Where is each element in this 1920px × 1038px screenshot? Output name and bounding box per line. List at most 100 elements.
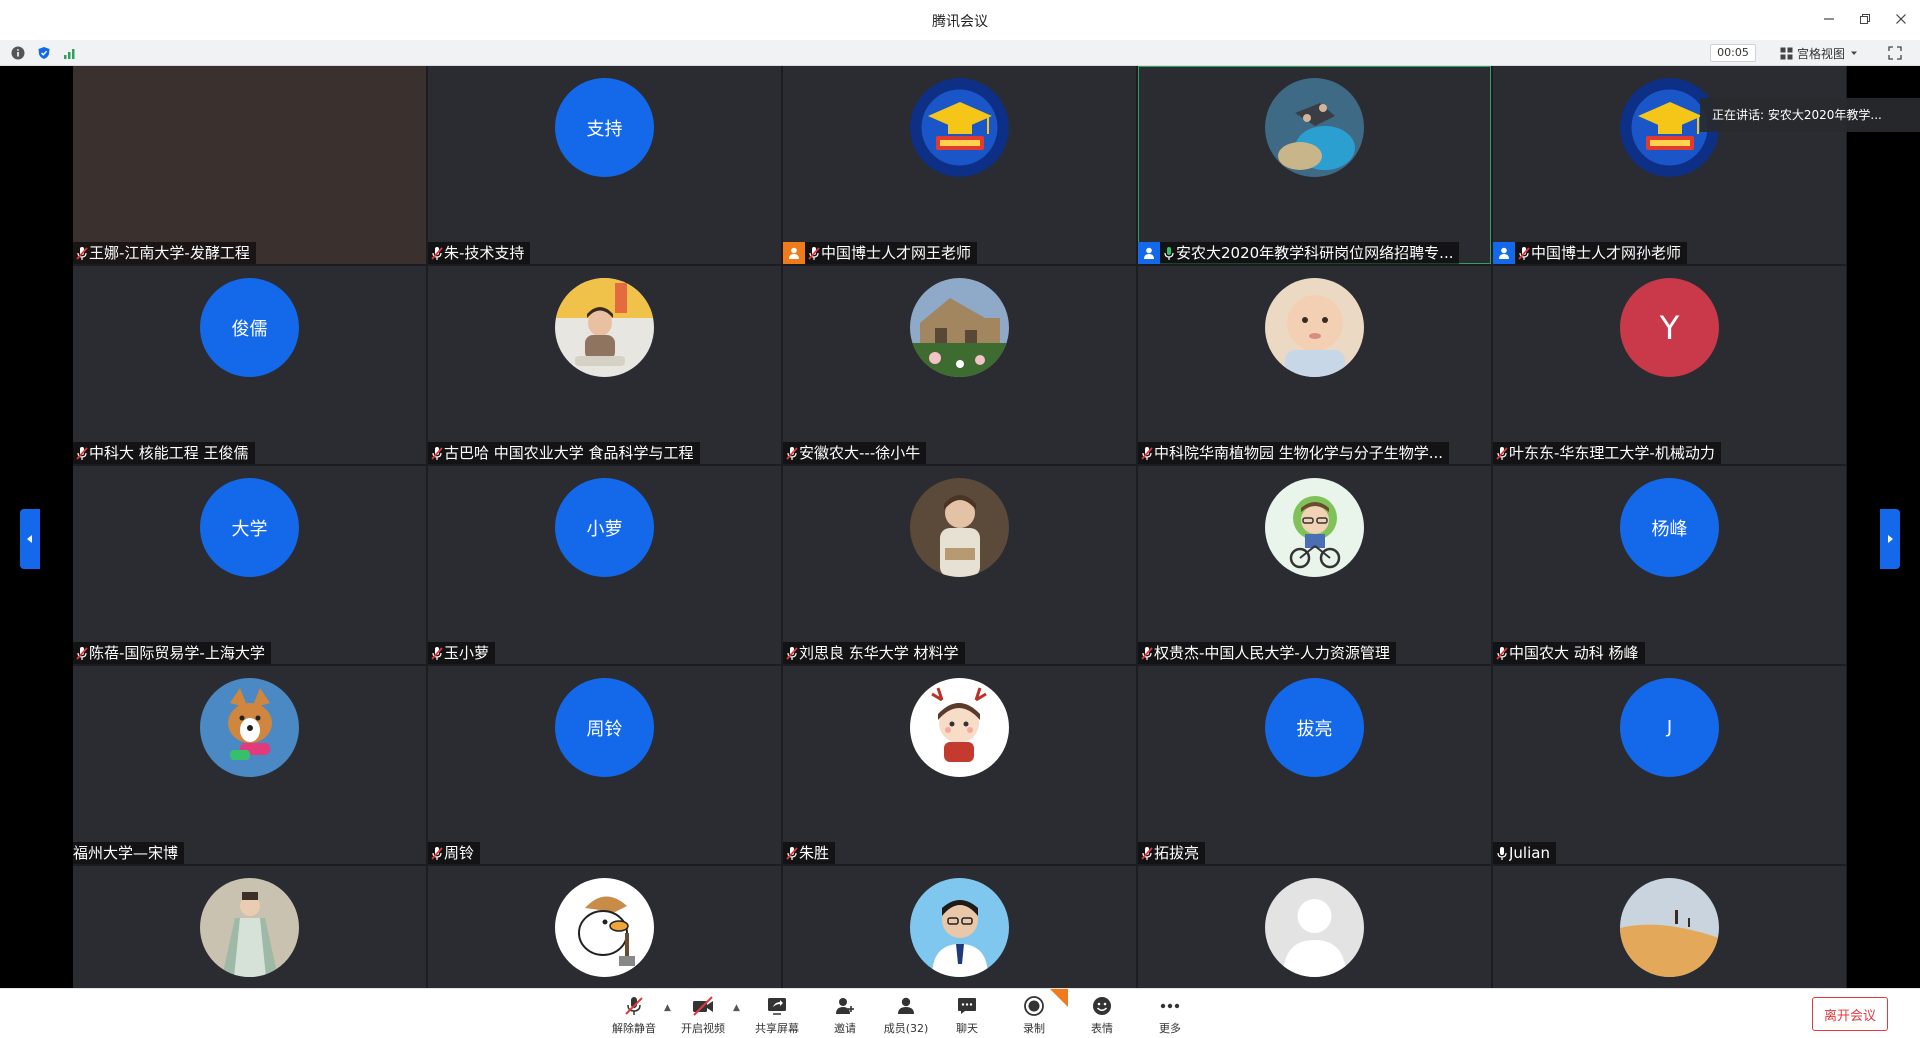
participant-grid: 王娜-江南大学-发酵工程 支持 朱-技术支持 中国博士人才网王老师 安农大2020年教学… — [73, 66, 1847, 988]
participant-tile[interactable]: 安徽农大---徐小牛 — [783, 266, 1136, 464]
start-video-button[interactable]: 开启视频 — [673, 993, 733, 1036]
child-photo-avatar — [555, 278, 654, 377]
window-title: 腾讯会议 — [932, 14, 988, 30]
signal-icon[interactable] — [62, 45, 78, 61]
participant-avatar: 俊儒 — [200, 278, 299, 377]
share-screen-button[interactable]: 共享屏幕 — [747, 993, 807, 1036]
participant-nameplate: 中科大 核能工程 王俊儒 — [73, 442, 255, 464]
mic-muted-icon — [430, 445, 444, 461]
participant-avatar: 大学 — [200, 478, 299, 577]
desert-photo-avatar — [1620, 878, 1719, 977]
participant-tile[interactable]: 朱胜 — [783, 666, 1136, 864]
participant-tile[interactable] — [428, 866, 781, 988]
participant-tile[interactable]: J Julian — [1493, 666, 1846, 864]
mic-muted-icon — [430, 645, 444, 661]
view-layout-select[interactable]: 宫格视图 — [1780, 44, 1859, 62]
participant-tile[interactable] — [73, 866, 426, 988]
participant-tile[interactable]: 福州大学—宋博 — [73, 666, 426, 864]
next-page-button[interactable] — [1880, 509, 1900, 569]
participant-name: 叶东东-华东理工大学-机械动力 — [1509, 444, 1715, 462]
meeting-control-bar: 解除静音 ▲ 开启视频 ▲ 共享屏幕 邀请 成员(32) 聊天 录制 表情 更多… — [0, 988, 1920, 1038]
participant-tile[interactable]: 刘思良 东华大学 材料学 — [783, 466, 1136, 664]
participant-nameplate: 朱胜 — [783, 842, 836, 864]
unmute-button[interactable]: 解除静音 — [604, 993, 664, 1036]
more-button[interactable]: 更多 — [1140, 993, 1200, 1036]
arrow-right-icon — [1888, 535, 1893, 543]
participant-tile[interactable]: 俊儒中科大 核能工程 王俊儒 — [73, 266, 426, 464]
restore-icon[interactable] — [1856, 8, 1874, 30]
participant-tile[interactable]: 中国博士人才网王老师 — [783, 66, 1136, 264]
mic-muted-icon — [75, 645, 89, 661]
participant-nameplate: 中国博士人才网王老师 — [783, 242, 978, 264]
participant-tile[interactable] — [783, 866, 1136, 988]
shield-icon[interactable] — [36, 45, 52, 61]
title-bar: 腾讯会议 — [0, 0, 1920, 40]
participant-tile[interactable]: 王娜-江南大学-发酵工程 — [73, 66, 426, 264]
mic-muted-icon — [430, 245, 444, 261]
share-screen-icon — [764, 993, 790, 1019]
participant-nameplate: Julian — [1493, 842, 1556, 864]
participant-tile[interactable]: 权贵杰-中国人民大学-人力资源管理 — [1138, 466, 1491, 664]
participant-nameplate: 古巴哈 中国农业大学 食品科学与工程 — [428, 442, 700, 464]
participant-tile[interactable]: 中国博士人才网孙老师 — [1493, 66, 1846, 264]
info-icon[interactable] — [10, 45, 26, 61]
meeting-timer: 00:05 — [1710, 44, 1756, 62]
participant-avatar: 小萝 — [555, 478, 654, 577]
participant-nameplate: 叶东东-华东理工大学-机械动力 — [1493, 442, 1721, 464]
participant-tile[interactable]: 安农大2020年教学科研岗位网络招聘专... — [1138, 66, 1491, 264]
prev-page-button[interactable] — [20, 509, 40, 569]
invite-button[interactable]: 邀请 — [815, 993, 875, 1036]
mic-muted-icon — [1495, 645, 1509, 661]
record-label: 录制 — [1023, 1022, 1045, 1035]
participant-tile[interactable]: Y 叶东东-华东理工大学-机械动力 — [1493, 266, 1846, 464]
cartoon-duck-avatar — [555, 878, 654, 977]
record-icon — [1021, 993, 1047, 1019]
invite-label: 邀请 — [834, 1022, 856, 1035]
mic-muted-icon — [807, 245, 821, 261]
participant-avatar: 杨峰 — [1620, 478, 1719, 577]
video-options-caret-icon[interactable]: ▲ — [733, 1003, 740, 1013]
participant-name: 拓拔亮 — [1154, 844, 1200, 862]
participant-tile[interactable]: 支持 朱-技术支持 — [428, 66, 781, 264]
participant-nameplate: 中国农大 动科 杨峰 — [1493, 642, 1645, 664]
fullscreen-icon[interactable] — [1886, 44, 1904, 62]
corgi-photo-avatar — [200, 678, 299, 777]
participant-avatar: 拔亮 — [1265, 678, 1364, 777]
participant-tile[interactable] — [1138, 866, 1491, 988]
host-user-icon — [1493, 242, 1515, 264]
audio-options-caret-icon[interactable]: ▲ — [664, 1003, 671, 1013]
participant-tile[interactable]: 拔亮拓拔亮 — [1138, 666, 1491, 864]
minimize-icon[interactable] — [1820, 8, 1838, 30]
close-icon[interactable] — [1892, 8, 1910, 30]
participant-name: 安徽农大---徐小牛 — [799, 444, 921, 462]
participant-name: 朱-技术支持 — [444, 244, 525, 262]
record-new-badge — [1050, 989, 1068, 1007]
mic-icon — [1162, 245, 1176, 261]
mic-muted-icon — [1495, 445, 1509, 461]
participant-name: 古巴哈 中国农业大学 食品科学与工程 — [444, 444, 694, 462]
reactions-button[interactable]: 表情 — [1072, 993, 1132, 1036]
chat-button[interactable]: 聊天 — [937, 993, 997, 1036]
mic-muted-icon — [1140, 645, 1154, 661]
participant-tile[interactable]: 小萝玉小萝 — [428, 466, 781, 664]
participant-tile[interactable]: 中科院华南植物园 生物化学与分子生物学... — [1138, 266, 1491, 464]
participant-tile[interactable] — [1493, 866, 1846, 988]
mic-muted-icon — [75, 245, 89, 261]
cartoon-cyclist-avatar — [1265, 478, 1364, 577]
participant-name: 玉小萝 — [444, 644, 490, 662]
participant-tile[interactable]: 大学 陈蓓-国际贸易学-上海大学 — [73, 466, 426, 664]
active-speaker-banner: 正在讲话: 安农大2020年教学... — [1700, 98, 1920, 132]
leave-meeting-button[interactable]: 离开会议 — [1812, 997, 1888, 1031]
man-portrait-photo-avatar — [910, 878, 1009, 977]
participant-nameplate: 福州大学—宋博 — [73, 842, 185, 864]
participant-tile[interactable]: 周铃 周铃 — [428, 666, 781, 864]
participant-tile[interactable]: 古巴哈 中国农业大学 食品科学与工程 — [428, 266, 781, 464]
participant-nameplate: 权贵杰-中国人民大学-人力资源管理 — [1138, 642, 1396, 664]
add-user-icon — [832, 993, 858, 1019]
participant-nameplate: 安农大2020年教学科研岗位网络招聘专... — [1138, 242, 1460, 264]
members-button[interactable]: 成员(32) — [876, 993, 936, 1036]
participant-nameplate: 中科院华南植物园 生物化学与分子生物学... — [1138, 442, 1450, 464]
participant-tile[interactable]: 杨峰中国农大 动科 杨峰 — [1493, 466, 1846, 664]
participant-nameplate: 刘思良 东华大学 材料学 — [783, 642, 965, 664]
chat-icon — [954, 993, 980, 1019]
